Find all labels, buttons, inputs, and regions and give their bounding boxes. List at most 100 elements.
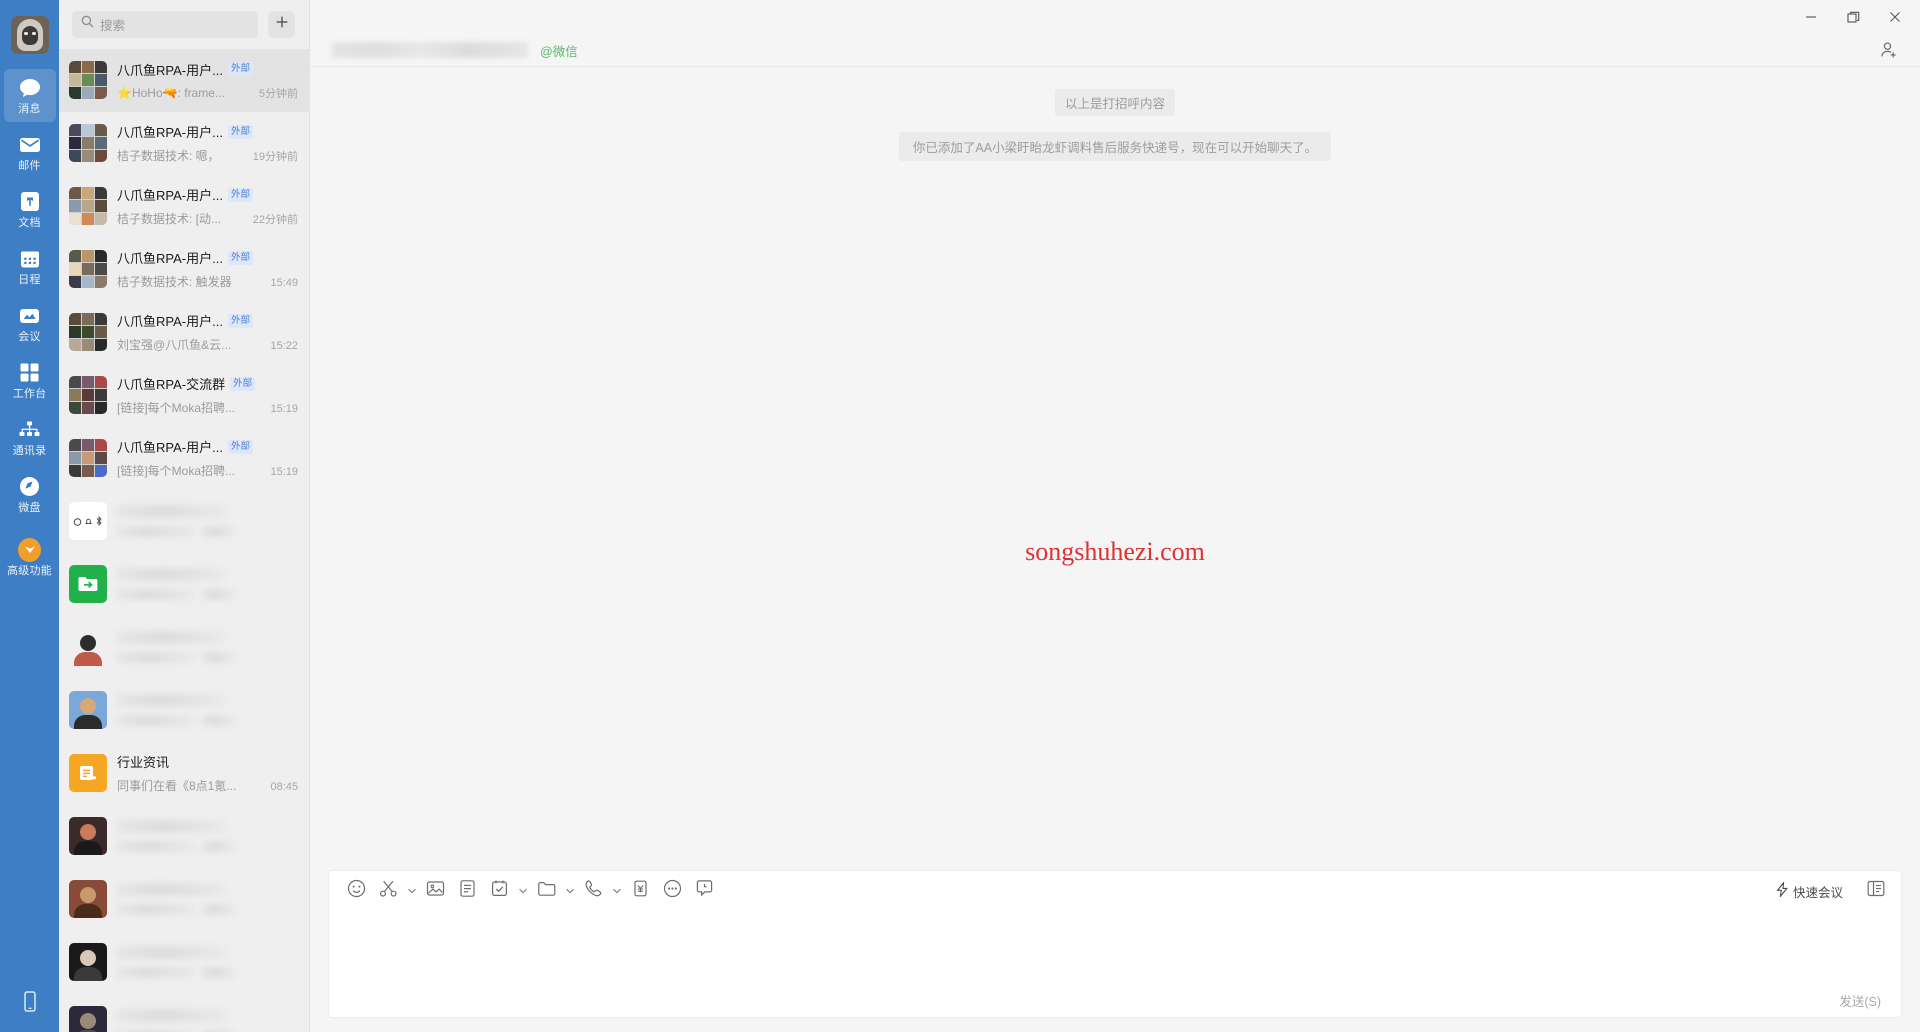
conversation-name: 八爪鱼RPA-用户... — [117, 125, 223, 141]
conversation-item[interactable] — [59, 679, 309, 742]
close-button[interactable] — [1874, 1, 1916, 33]
sidebar-item-drive[interactable]: 微盘 — [4, 468, 56, 521]
task-dropdown-caret[interactable] — [516, 876, 529, 906]
maximize-button[interactable] — [1832, 1, 1874, 33]
document-text-icon — [458, 879, 477, 903]
more-dots-icon — [663, 879, 682, 903]
avatar-tile — [82, 137, 94, 150]
advanced-feature-icon — [18, 537, 41, 562]
avatar-tile — [82, 187, 94, 200]
sidebar-item-meeting[interactable]: 会议 — [4, 297, 56, 350]
conversation-item[interactable] — [59, 994, 309, 1032]
conversation-redacted — [117, 568, 298, 601]
conversation-preview: ⭐HoHo🔫: frame... — [117, 85, 225, 100]
task-button[interactable] — [484, 876, 514, 906]
avatar-person-photo — [69, 691, 107, 730]
screenshot-dropdown-caret[interactable] — [405, 876, 418, 906]
file-dropdown-caret[interactable] — [563, 876, 576, 906]
redacted-name — [117, 946, 225, 960]
sidebar-item-contacts[interactable]: 通讯录 — [4, 411, 56, 464]
conversation-item[interactable]: 八爪鱼RPA-交流群 外部 [链接]每个Moka招聘... 15:19 — [59, 364, 309, 427]
conversation-redacted — [117, 694, 298, 727]
avatar-tile — [82, 213, 94, 226]
image-button[interactable] — [420, 876, 450, 906]
conversation-item[interactable]: 八爪鱼RPA-用户... 外部 刘宝强@八爪鱼&云... 15:22 — [59, 301, 309, 364]
avatar — [69, 124, 107, 163]
screenshot-button[interactable] — [373, 876, 403, 906]
avatar-head — [80, 1013, 96, 1030]
sidebar-item-advanced[interactable]: 高级功能 — [4, 531, 56, 584]
conversation-item[interactable] — [59, 805, 309, 868]
add-member-icon[interactable] — [1876, 37, 1902, 63]
search-input[interactable]: 搜索 — [72, 10, 258, 38]
conversation-redacted — [117, 631, 298, 664]
file-button[interactable] — [531, 876, 561, 906]
call-button[interactable] — [578, 876, 608, 906]
message-input[interactable] — [329, 911, 1901, 983]
external-tag: 外部 — [227, 250, 253, 265]
red-packet-button[interactable] — [625, 876, 655, 906]
conversation-item[interactable]: 八爪鱼RPA-用户... 外部 桔子数据技术: 触发器 15:49 — [59, 238, 309, 301]
conversation-text: 八爪鱼RPA-用户... 外部 ⭐HoHo🔫: frame... 5分钟前 — [117, 60, 298, 101]
redacted-message — [117, 715, 195, 727]
emoji-button[interactable] — [341, 876, 371, 906]
side-panel-toggle[interactable] — [1861, 876, 1891, 906]
avatar-tile — [82, 452, 94, 465]
calendar-icon — [18, 247, 41, 270]
chevron-down-icon — [518, 888, 527, 894]
conversation-name: 行业资讯 — [117, 755, 170, 771]
avatar-head — [80, 824, 96, 841]
conversation-item[interactable]: 八爪鱼RPA-用户... 外部 桔子数据技术: 嗯， 19分钟前 — [59, 112, 309, 175]
user-avatar[interactable] — [10, 16, 49, 54]
conversation-item[interactable]: 八爪鱼RPA-用户... 外部 ⭐HoHo🔫: frame... 5分钟前 — [59, 48, 309, 112]
redacted-name — [117, 694, 225, 708]
avatar — [69, 376, 107, 415]
avatar-tile — [82, 326, 94, 339]
new-chat-button[interactable] — [268, 10, 295, 38]
search-placeholder: 搜索 — [100, 18, 126, 33]
conversation-name: 八爪鱼RPA-交流群 — [117, 377, 226, 393]
send-button[interactable]: 发送(S) — [1839, 991, 1881, 1010]
composer-toolbar: 快速会议 — [329, 871, 1901, 911]
external-tag: 外部 — [227, 313, 253, 328]
conversation-item[interactable]: 行业资讯 同事们在看《8点1氪... 08:45 — [59, 742, 309, 805]
conversation-item[interactable] — [59, 931, 309, 994]
avatar-tile — [82, 389, 94, 402]
avatar-tile — [82, 263, 94, 276]
conversation-item[interactable] — [59, 868, 309, 931]
avatar-eye-right — [31, 32, 36, 35]
sidebar-item-mail[interactable]: 邮件 — [4, 126, 56, 179]
mobile-device-icon[interactable] — [21, 991, 39, 1018]
avatar-tile — [95, 276, 107, 289]
conversation-item[interactable] — [59, 616, 309, 679]
redacted-message — [117, 967, 195, 979]
quick-meeting-label: 快速会议 — [1792, 885, 1843, 900]
conversation-item[interactable] — [59, 553, 309, 616]
conversation-name: 八爪鱼RPA-用户... — [117, 251, 223, 267]
conversation-item[interactable]: 八爪鱼RPA-用户... 外部 [链接]每个Moka招聘... 15:19 — [59, 427, 309, 490]
conversation-scroll-area[interactable]: 八爪鱼RPA-用户... 外部 ⭐HoHo🔫: frame... 5分钟前八爪鱼RPA… — [59, 48, 309, 1032]
conversation-item[interactable]: 八爪鱼RPA-用户... 外部 桔子数据技术: [动... 22分钟前 — [59, 175, 309, 238]
rich-text-button[interactable] — [452, 876, 482, 906]
avatar-tile — [82, 439, 94, 452]
more-button[interactable] — [657, 876, 687, 906]
reminder-button[interactable] — [689, 876, 719, 906]
sidebar-item-calendar[interactable]: 日程 — [4, 240, 56, 293]
minimize-button[interactable] — [1790, 1, 1832, 33]
conversation-item[interactable] — [59, 490, 309, 553]
quick-meeting-button[interactable]: 快速会议 — [1770, 880, 1849, 901]
avatar-tile — [95, 402, 107, 415]
cloud-drive-icon — [18, 475, 41, 498]
sidebar-item-workbench[interactable]: 工作台 — [4, 354, 56, 407]
sidebar-item-docs[interactable]: 文档 — [4, 183, 56, 236]
avatar-tile — [82, 376, 94, 389]
alarm-icon — [73, 517, 82, 526]
call-dropdown-caret[interactable] — [610, 876, 623, 906]
avatar-body — [74, 967, 102, 982]
avatar-tile — [95, 150, 107, 163]
avatar-tile — [95, 250, 107, 263]
sidebar-item-messages[interactable]: 消息 — [3, 69, 56, 122]
sidebar-item-label: 文档 — [18, 217, 41, 229]
group-avatar-grid — [69, 61, 107, 100]
conversation-time: 15:19 — [270, 466, 298, 479]
